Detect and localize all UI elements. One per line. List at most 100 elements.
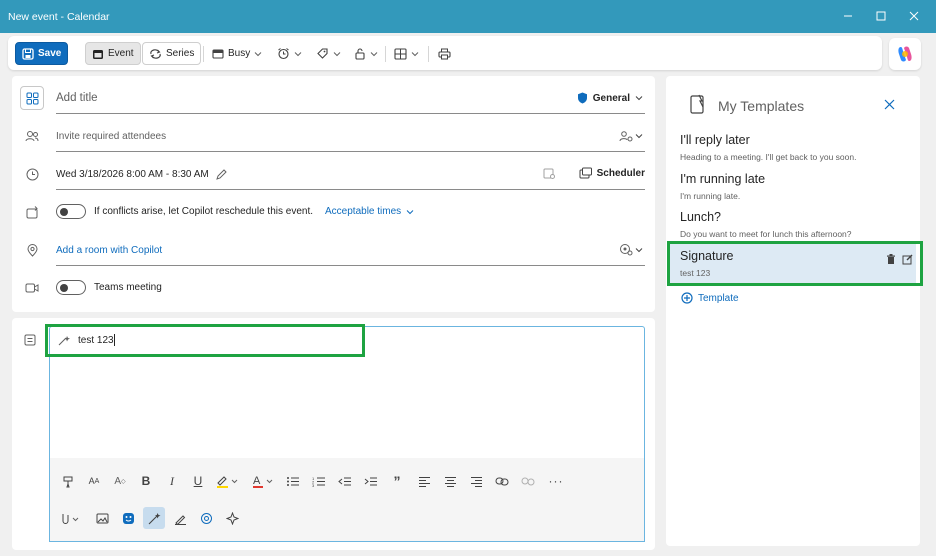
scheduler-button[interactable]: Scheduler	[579, 167, 645, 179]
event-icon-picker[interactable]	[20, 86, 44, 110]
teams-row: Teams meeting	[12, 270, 655, 306]
apps-icon[interactable]	[222, 508, 242, 528]
copilot-reschedule-row: If conflicts arise, let Copilot reschedu…	[12, 194, 655, 230]
svg-text:3: 3	[312, 483, 315, 487]
italic-icon[interactable]: I	[162, 471, 182, 491]
attendees-row: Invite required attendees	[12, 118, 655, 154]
datetime-picker[interactable]: Wed 3/18/2026 8:00 AM - 8:30 AM	[56, 169, 227, 180]
print-button[interactable]	[432, 42, 457, 65]
teams-meeting-toggle[interactable]	[56, 280, 86, 295]
view-dropdown[interactable]	[388, 42, 425, 65]
attach-file-icon[interactable]	[56, 508, 84, 528]
alarm-clock-icon	[278, 48, 289, 60]
copilot-button[interactable]	[889, 38, 921, 70]
copilot-reschedule-label: If conflicts arise, let Copilot reschedu…	[94, 206, 313, 217]
datetime-row: Wed 3/18/2026 8:00 AM - 8:30 AM Schedule…	[12, 156, 655, 192]
calendar-name: General	[592, 92, 630, 104]
acceptable-times-dropdown[interactable]: Acceptable times	[325, 206, 414, 217]
template-item[interactable]: Lunch? Do you want to meet for lunch thi…	[680, 210, 852, 239]
increase-indent-icon[interactable]	[361, 471, 381, 491]
chevron-down-icon	[635, 247, 643, 252]
close-window-button[interactable]	[903, 6, 925, 26]
title-row: Add title General	[12, 80, 655, 116]
save-button[interactable]: Save	[15, 42, 69, 65]
series-label: Series	[166, 48, 195, 59]
numbered-list-icon[interactable]: 123	[309, 471, 329, 491]
grid-icon	[394, 47, 407, 60]
chevron-down-icon	[254, 51, 262, 56]
close-icon	[909, 11, 919, 21]
more-options-icon[interactable]: ···	[546, 471, 566, 491]
save-icon	[22, 47, 34, 60]
busy-status-icon	[212, 48, 224, 59]
copilot-reschedule-toggle[interactable]	[56, 204, 86, 219]
align-right-icon[interactable]	[466, 471, 486, 491]
room-options-button[interactable]	[619, 243, 643, 256]
chevron-down-icon	[333, 51, 341, 56]
busy-label: Busy	[228, 48, 251, 59]
attendees-input[interactable]: Invite required attendees	[56, 131, 166, 142]
calendar-arrow-icon	[24, 204, 40, 220]
highlight-icon[interactable]	[212, 471, 242, 491]
template-item[interactable]: I'll reply later Heading to a meeting. I…	[680, 133, 856, 162]
attendee-options-button[interactable]	[619, 130, 643, 142]
templates-panel: My Templates I'll reply later Heading to…	[666, 76, 920, 546]
window-title: New event - Calendar	[8, 11, 110, 23]
highlight-box	[667, 241, 923, 286]
superscript-icon[interactable]: A ◇	[110, 471, 130, 491]
add-template-label: Template	[698, 292, 739, 304]
divider	[428, 46, 429, 62]
formatting-toolbar: AA A ◇ B I U A 123 ” ···	[49, 458, 645, 542]
tag-icon	[317, 48, 328, 59]
format-painter-icon[interactable]	[58, 471, 78, 491]
save-label: Save	[38, 48, 62, 59]
event-button[interactable]: Event	[85, 42, 141, 65]
picture-icon[interactable]	[92, 508, 112, 528]
scheduler-icon	[579, 167, 592, 179]
align-center-icon[interactable]	[440, 471, 460, 491]
divider	[56, 265, 645, 266]
location-icon	[24, 242, 40, 258]
underline-icon[interactable]: U	[188, 471, 208, 491]
maximize-icon	[876, 11, 886, 21]
add-template-button[interactable]: Template	[681, 292, 739, 304]
link-icon[interactable]	[492, 471, 512, 491]
maximize-button[interactable]	[870, 6, 892, 26]
minimize-button[interactable]	[837, 6, 859, 26]
room-input[interactable]: Add a room with Copilot	[56, 245, 162, 256]
chevron-down-icon	[635, 134, 643, 139]
calendar-selector[interactable]: General	[577, 92, 643, 104]
sticker-icon[interactable]	[118, 508, 138, 528]
minimize-icon	[844, 15, 852, 17]
sensitivity-dropdown[interactable]	[348, 42, 384, 65]
title-bar: New event - Calendar	[0, 0, 936, 33]
unlink-icon	[518, 471, 538, 491]
close-templates-button[interactable]	[884, 99, 895, 113]
quote-icon[interactable]: ”	[387, 471, 407, 491]
template-desc: I'm running late.	[680, 191, 741, 201]
categorize-dropdown[interactable]	[310, 42, 347, 65]
decrease-indent-icon[interactable]	[335, 471, 355, 491]
video-camera-icon	[24, 280, 40, 296]
copilot-draft-button[interactable]	[143, 507, 165, 529]
template-item[interactable]: I'm running late I'm running late.	[680, 172, 765, 201]
template-name: I'll reply later	[680, 133, 750, 147]
title-input[interactable]: Add title	[56, 92, 98, 104]
loop-icon[interactable]	[196, 508, 216, 528]
divider	[56, 189, 645, 190]
bold-icon[interactable]: B	[136, 471, 156, 491]
room-finder-icon[interactable]	[543, 168, 556, 183]
divider	[56, 151, 645, 152]
series-button[interactable]: Series	[142, 42, 202, 65]
font-size-icon[interactable]: AA	[84, 471, 104, 491]
signature-icon[interactable]	[170, 508, 190, 528]
reminder-dropdown[interactable]	[271, 42, 308, 65]
font-color-icon[interactable]: A	[248, 471, 278, 491]
bullet-list-icon[interactable]	[283, 471, 303, 491]
close-icon	[884, 99, 895, 110]
align-left-icon[interactable]	[414, 471, 434, 491]
svg-text:A: A	[253, 475, 261, 487]
copilot-draft-icon	[148, 512, 160, 524]
template-name: Lunch?	[680, 210, 722, 224]
busy-dropdown[interactable]: Busy	[206, 42, 268, 65]
